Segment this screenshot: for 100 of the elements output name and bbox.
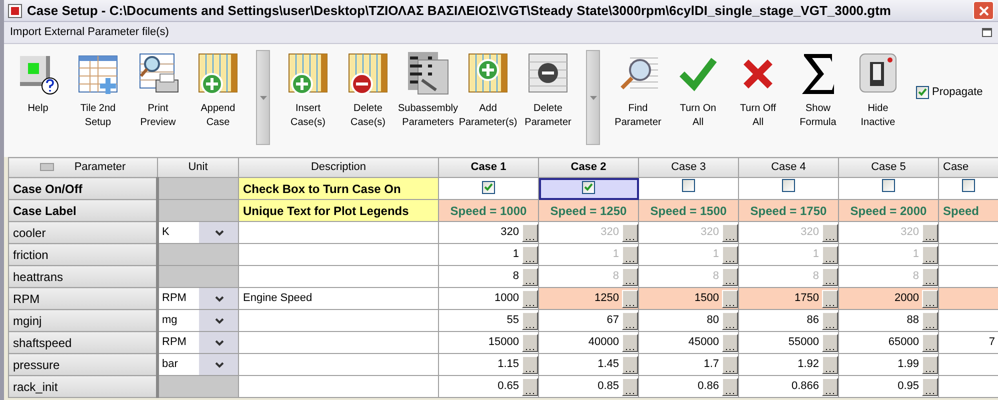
close-icon: [978, 6, 988, 16]
toolbar-button[interactable]: Show Formula: [788, 50, 848, 130]
checkbox[interactable]: [582, 180, 595, 194]
ellipsis-button[interactable]: [922, 246, 938, 264]
ellipsis-button[interactable]: [622, 312, 638, 330]
checkbox[interactable]: [916, 86, 929, 99]
app-icon: [8, 4, 22, 18]
ellipsis-button[interactable]: [622, 268, 638, 286]
ellipsis-button[interactable]: [522, 378, 538, 396]
column-header[interactable]: Unit: [158, 158, 238, 178]
checkbox-cell[interactable]: [638, 178, 738, 200]
value-cell-text: 1: [712, 247, 720, 262]
dots-icon: [525, 392, 535, 394]
ellipsis-button[interactable]: [522, 356, 538, 374]
ellipsis-button[interactable]: [922, 312, 938, 330]
ellipsis-button[interactable]: [922, 356, 938, 374]
ellipsis-button[interactable]: [822, 312, 838, 330]
ellipsis-button[interactable]: [522, 268, 538, 286]
column-header[interactable]: Case 1: [438, 158, 538, 178]
toolbar-button[interactable]: Turn Off All: [728, 50, 788, 130]
dots-icon: [925, 260, 935, 262]
ellipsis-button[interactable]: [522, 224, 538, 242]
toolbar-button[interactable]: Delete Case(s): [338, 50, 398, 130]
close-button[interactable]: [973, 1, 994, 20]
toolbar-button[interactable]: Turn On All: [668, 50, 728, 130]
ellipsis-button[interactable]: [722, 268, 738, 286]
dots-icon: [825, 282, 835, 284]
dots-icon: [825, 392, 835, 394]
ellipsis-button[interactable]: [922, 378, 938, 396]
value-cell-text: 15000: [488, 335, 520, 350]
ellipsis-button[interactable]: [522, 290, 538, 308]
dots-icon: [525, 370, 535, 372]
toolbar-button[interactable]: Delete Parameter: [518, 50, 578, 130]
ellipsis-button[interactable]: [622, 246, 638, 264]
restore-icon[interactable]: [982, 28, 992, 37]
checkbox[interactable]: [962, 179, 975, 192]
toolbar-button[interactable]: Subassembly Parameters: [398, 50, 458, 130]
toolbar-button[interactable]: Insert Case(s): [278, 50, 338, 130]
toolbar-button[interactable]: Tile 2nd Setup: [68, 50, 128, 130]
value-cell-text: 55: [506, 313, 520, 328]
ellipsis-button[interactable]: [622, 334, 638, 352]
ellipsis-button[interactable]: [822, 290, 838, 308]
value-cell-text: 320: [800, 225, 820, 240]
ellipsis-button[interactable]: [822, 334, 838, 352]
column-header[interactable]: Case 2: [538, 158, 638, 178]
ellipsis-button[interactable]: [722, 334, 738, 352]
toolbar-button[interactable]: Help: [8, 50, 68, 116]
value-cell-text: 8: [912, 269, 920, 284]
ellipsis-button[interactable]: [722, 312, 738, 330]
ellipsis-button[interactable]: [822, 378, 838, 396]
checkbox-cell[interactable]: [538, 178, 638, 200]
column-header[interactable]: Case 3: [638, 158, 738, 178]
column-header[interactable]: Case 4: [738, 158, 838, 178]
checkbox[interactable]: [682, 179, 695, 192]
checkbox-cell[interactable]: [938, 178, 998, 200]
ellipsis-button[interactable]: [822, 246, 838, 264]
ellipsis-button[interactable]: [722, 356, 738, 374]
ellipsis-button[interactable]: [822, 224, 838, 242]
ellipsis-button[interactable]: [722, 378, 738, 396]
column-header[interactable]: Case: [938, 158, 998, 178]
ellipsis-button[interactable]: [522, 246, 538, 264]
toolbar-button[interactable]: Add Parameter(s): [458, 50, 518, 130]
ellipsis-button[interactable]: [722, 246, 738, 264]
ellipsis-button[interactable]: [622, 378, 638, 396]
ellipsis-button[interactable]: [522, 334, 538, 352]
value-cell-text: 8: [712, 269, 720, 284]
value-cell-text: 1.7: [704, 357, 720, 372]
value-cell-text: 40000: [588, 335, 620, 350]
toolbar-button[interactable]: Find Parameter: [608, 50, 668, 130]
ellipsis-button[interactable]: [722, 290, 738, 308]
value-cell-text: 88: [906, 313, 920, 328]
ellipsis-button[interactable]: [622, 224, 638, 242]
dots-icon: [525, 282, 535, 284]
checkbox[interactable]: [482, 180, 495, 194]
toolbar-button[interactable]: Print Preview: [128, 50, 188, 130]
ellipsis-button[interactable]: [722, 224, 738, 242]
toolbar-button[interactable]: Hide Inactive: [848, 50, 908, 130]
value-cell-text: 320: [600, 225, 620, 240]
dots-icon: [525, 238, 535, 240]
row-header: Case On/Off: [8, 178, 158, 200]
ellipsis-button[interactable]: [822, 268, 838, 286]
ellipsis-button[interactable]: [922, 268, 938, 286]
ellipsis-button[interactable]: [522, 312, 538, 330]
ellipsis-button[interactable]: [922, 224, 938, 242]
column-header[interactable]: Case 5: [838, 158, 938, 178]
ellipsis-button[interactable]: [622, 356, 638, 374]
column-header[interactable]: Description: [238, 158, 438, 178]
checkbox-cell[interactable]: [738, 178, 838, 200]
value-cell-text: 86: [806, 313, 820, 328]
checkbox-cell[interactable]: [438, 178, 538, 200]
ellipsis-button[interactable]: [922, 290, 938, 308]
checkbox-cell[interactable]: [838, 178, 938, 200]
checkbox[interactable]: [882, 179, 895, 192]
ellipsis-button[interactable]: [822, 356, 838, 374]
checkbox[interactable]: [782, 179, 795, 192]
value-cell-text: 0.86: [698, 379, 720, 394]
ellipsis-button[interactable]: [622, 290, 638, 308]
ellipsis-button[interactable]: [922, 334, 938, 352]
dots-icon: [825, 326, 835, 328]
toolbar-button[interactable]: Append Case: [188, 50, 248, 130]
